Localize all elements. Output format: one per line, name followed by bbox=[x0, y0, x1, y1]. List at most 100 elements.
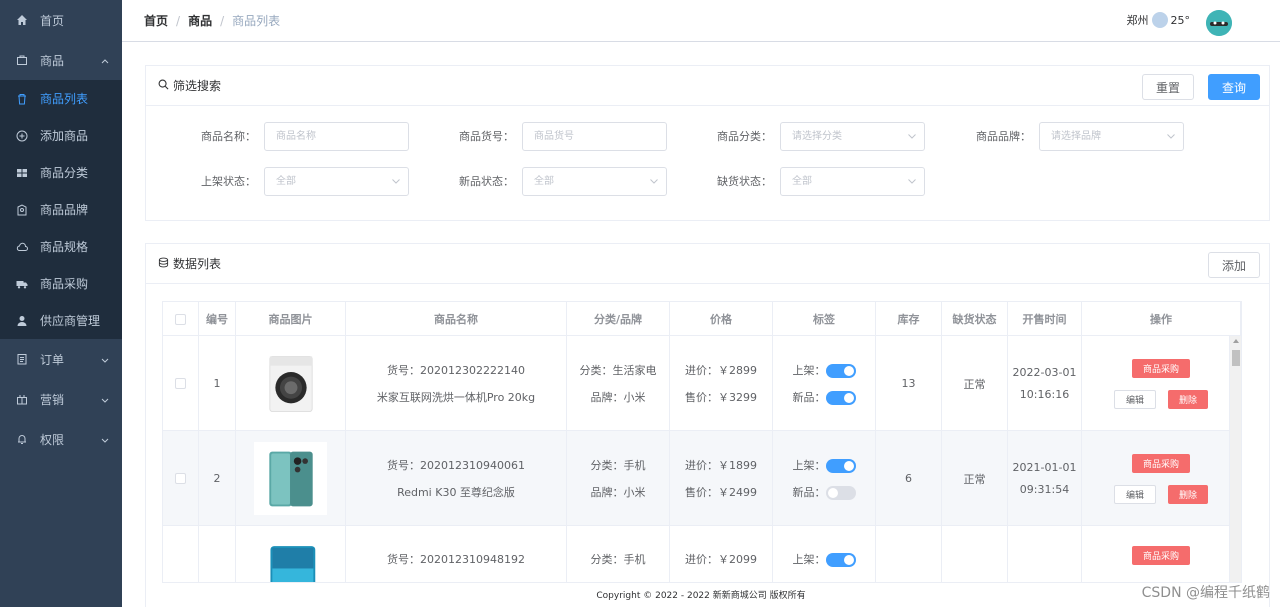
stock-status-value: 全部 bbox=[792, 176, 812, 187]
row-stock: 6 bbox=[876, 431, 942, 526]
row-checkbox[interactable] bbox=[175, 473, 186, 484]
product-image-phone bbox=[254, 442, 327, 515]
chevron-down-icon bbox=[101, 356, 109, 363]
chevron-down-icon bbox=[908, 179, 916, 186]
row-date: 2020-12-31 bbox=[1013, 578, 1077, 583]
weather-city: 郑州 bbox=[1126, 14, 1149, 27]
sidebar-item-category[interactable]: 商品分类 bbox=[0, 154, 122, 191]
onshelf-switch[interactable] bbox=[825, 363, 856, 378]
purchase-button[interactable]: 商品采购 bbox=[1131, 453, 1190, 473]
field-label-product-sku: 商品货号： bbox=[459, 130, 514, 143]
query-button[interactable]: 查询 bbox=[1208, 74, 1260, 100]
sidebar-item-order[interactable]: 订单 bbox=[0, 339, 122, 379]
sidebar-item-supplier[interactable]: 供应商管理 bbox=[0, 302, 122, 339]
row-image-cell bbox=[236, 336, 346, 431]
sidebar-item-purchase[interactable]: 商品采购 bbox=[0, 265, 122, 302]
row-checkbox[interactable] bbox=[175, 378, 186, 389]
tag-icon bbox=[16, 203, 28, 216]
row-actions-cell: 商品采购 编辑 删除 bbox=[1082, 431, 1241, 526]
sidebar-item-spec[interactable]: 商品规格 bbox=[0, 228, 122, 265]
column-header: 商品名称 bbox=[346, 302, 567, 336]
table-row: 2 货号：202012310940061 Redmi K30 至尊纪念版 分类：… bbox=[163, 431, 1241, 526]
row-tags-cell: 上架： bbox=[773, 526, 876, 582]
shelf-status-select[interactable]: 全部 bbox=[264, 167, 409, 196]
product-sku-input[interactable]: 商品货号 bbox=[522, 122, 667, 151]
breadcrumb-home[interactable]: 首页 bbox=[144, 12, 168, 29]
onshelf-switch[interactable] bbox=[825, 553, 856, 567]
field-label-new-status: 新品状态： bbox=[459, 175, 514, 188]
row-sku: 货号：202012302222140 bbox=[387, 363, 525, 377]
product-name-input[interactable]: 商品名称 bbox=[264, 122, 409, 151]
reset-button[interactable]: 重置 bbox=[1142, 74, 1194, 100]
brand-select-value: 请选择品牌 bbox=[1051, 131, 1101, 142]
header-select-all[interactable] bbox=[163, 302, 199, 336]
breadcrumb-current: 商品列表 bbox=[232, 14, 281, 28]
row-time: 10:16:16 bbox=[1019, 387, 1070, 401]
row-product-name: 米家互联网洗烘一体机Pro 20kg bbox=[376, 390, 536, 404]
chevron-down-icon bbox=[650, 179, 658, 186]
row-actions-cell: 商品采购 编辑 删除 bbox=[1082, 336, 1241, 431]
add-button[interactable]: 添加 bbox=[1208, 252, 1260, 278]
onshelf-switch[interactable] bbox=[825, 458, 856, 473]
row-name-cell: 货号：202012302222140 米家互联网洗烘一体机Pro 20kg bbox=[346, 336, 567, 431]
edit-button[interactable]: 编辑 bbox=[1113, 389, 1156, 409]
sidebar-item-goods-list[interactable]: 商品列表 bbox=[0, 80, 122, 117]
row-status: 正常 bbox=[942, 526, 1008, 582]
sidebar-item-goods[interactable]: 商品 bbox=[0, 40, 122, 80]
chevron-up-icon bbox=[101, 57, 109, 64]
row-select-cell bbox=[163, 526, 199, 582]
row-action-group: 编辑 删除 bbox=[1113, 484, 1209, 504]
table-scrollbar[interactable] bbox=[1229, 336, 1241, 582]
row-status: 正常 bbox=[942, 336, 1008, 431]
column-header: 标签 bbox=[773, 302, 876, 336]
cloud-icon bbox=[1151, 12, 1168, 28]
row-product-name: Redmi K30 至尊纪念版 bbox=[397, 485, 515, 499]
breadcrumb-goods[interactable]: 商品 bbox=[188, 12, 212, 29]
sidebar-item-permission[interactable]: 权限 bbox=[0, 419, 122, 459]
select-all-checkbox[interactable] bbox=[175, 313, 186, 325]
stock-status-select[interactable]: 全部 bbox=[780, 167, 925, 196]
row-status: 正常 bbox=[942, 431, 1008, 526]
category-select[interactable]: 请选择分类 bbox=[780, 122, 925, 151]
row-image-cell bbox=[236, 431, 346, 526]
new-switch[interactable] bbox=[825, 485, 856, 500]
brand-select[interactable]: 请选择品牌 bbox=[1039, 122, 1184, 151]
avatar[interactable] bbox=[1206, 10, 1232, 36]
sidebar-item-home[interactable]: 首页 bbox=[0, 0, 122, 40]
row-select-cell bbox=[163, 431, 199, 526]
edit-button[interactable]: 编辑 bbox=[1113, 484, 1156, 504]
column-header: 缺货状态 bbox=[942, 302, 1008, 336]
row-select-cell bbox=[163, 336, 199, 431]
sidebar-item-add-goods[interactable]: 添加商品 bbox=[0, 117, 122, 154]
bag-icon bbox=[16, 54, 28, 66]
row-id: 6 bbox=[199, 526, 236, 582]
delete-button[interactable]: 删除 bbox=[1168, 389, 1209, 409]
breadcrumb-separator: / bbox=[220, 13, 225, 28]
new-status-select[interactable]: 全部 bbox=[522, 167, 667, 196]
row-date-cell: 2021-01-01 09:31:54 bbox=[1008, 431, 1082, 526]
row-date-cell: 2020-12-31 bbox=[1008, 526, 1082, 583]
row-category: 分类：手机 bbox=[590, 553, 646, 566]
document-icon bbox=[16, 353, 28, 365]
filter-title: 筛选搜索 bbox=[173, 79, 222, 93]
scrollbar-thumb[interactable] bbox=[1232, 350, 1240, 366]
sidebar-item-brand[interactable]: 商品品牌 bbox=[0, 191, 122, 228]
weather-temperature: 25° bbox=[1170, 13, 1191, 27]
bell-icon bbox=[16, 433, 28, 445]
data-list-header: 数据列表 bbox=[146, 244, 1269, 284]
purchase-button[interactable]: 商品采购 bbox=[1131, 546, 1190, 565]
delete-button[interactable]: 删除 bbox=[1168, 484, 1209, 504]
new-switch[interactable] bbox=[825, 390, 856, 405]
data-list-title: 数据列表 bbox=[173, 257, 222, 271]
row-category-cell: 分类：手机 品牌：小米 bbox=[567, 431, 670, 526]
row-date: 2021-01-01 bbox=[1012, 460, 1077, 474]
sidebar-item-marketing[interactable]: 营销 bbox=[0, 379, 122, 419]
row-brand: 品牌：小米 bbox=[590, 485, 646, 499]
row-price-cell: 进价：￥1899 售价：￥2499 bbox=[670, 431, 773, 526]
row-action-group: 编辑 删除 bbox=[1113, 389, 1209, 409]
row-tag-line: 上架： bbox=[793, 452, 856, 479]
purchase-button[interactable]: 商品采购 bbox=[1131, 358, 1190, 378]
scroll-up-arrow-icon[interactable] bbox=[1233, 339, 1239, 343]
sidebar-item-label: 营销 bbox=[40, 392, 65, 407]
trash-icon bbox=[16, 93, 28, 105]
